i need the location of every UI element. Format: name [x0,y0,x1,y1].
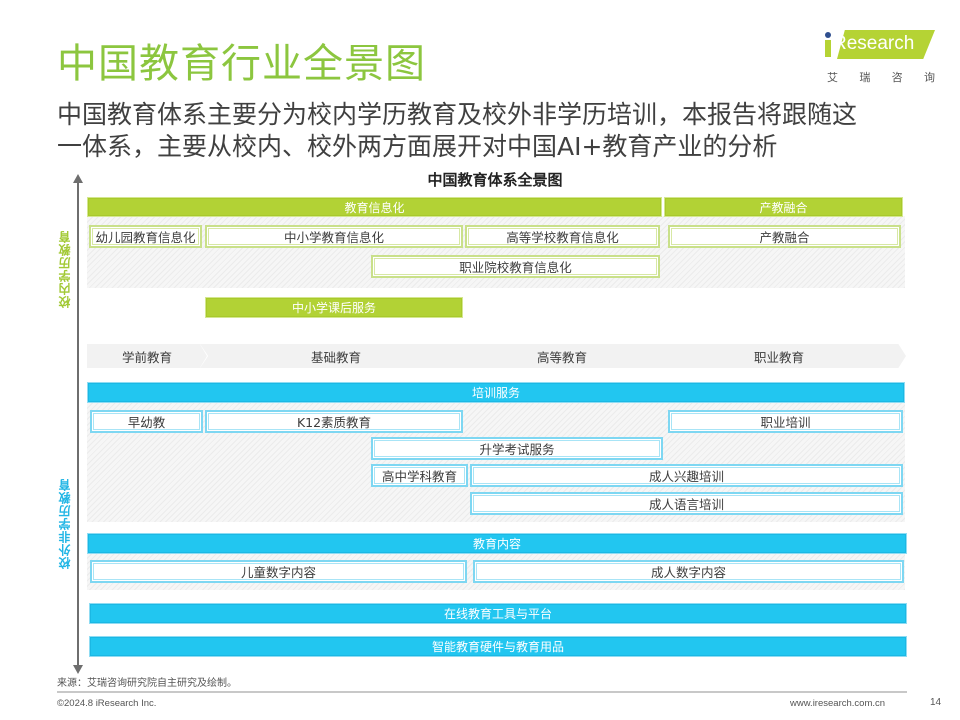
footer-divider [57,691,907,693]
subtitle-line-2: 一体系，主要从校内、校外两方面展开对中国AI+教育产业的分析 [57,132,778,161]
logo-char: 咨 [891,71,903,84]
stage-higher: 高等教育 [462,344,662,368]
training-services-header: 培训服务 [87,382,905,403]
adult-interest-box: 成人兴趣培训 [470,464,903,487]
k12-info-box: 中小学教育信息化 [205,225,463,248]
logo-i-bar [825,40,831,57]
education-informatization-header: 教育信息化 [87,197,662,217]
arrow-up-icon [73,174,83,183]
industry-integration-box: 产教融合 [668,225,901,248]
arrow-down-icon [73,665,83,674]
education-content-header: 教育内容 [87,533,907,554]
online-tools-platform-bar: 在线教育工具与平台 [89,603,907,624]
copyright: ©2024.8 iResearch Inc. [57,698,157,709]
adult-digital-content-box: 成人数字内容 [473,560,904,583]
after-school-service-bar: 中小学课后服务 [205,297,463,318]
vocational-info-box: 职业院校教育信息化 [371,255,660,278]
diagram-title: 中国教育体系全景图 [427,171,563,189]
stage-basic: 基础教育 [200,344,472,368]
logo-wordmark: Research [833,33,915,54]
vocational-training-box: 职业培训 [668,410,903,433]
high-school-subject-box: 高中学科教育 [371,464,468,487]
source-note: 来源：艾瑞咨询研究院自主研究及绘制。 [57,678,237,689]
page-title: 中国教育行业全景图 [57,41,426,87]
kindergarten-info-box: 幼儿园教育信息化 [89,225,202,248]
page-number: 14 [930,697,942,708]
k12-quality-box: K12素质教育 [205,410,463,433]
logo-i-dot [825,32,831,38]
axis-line [77,180,79,670]
website-link[interactable]: www.iresearch.com.cn [790,698,885,709]
logo-char: 艾 [827,71,838,84]
smart-hardware-bar: 智能教育硬件与教育用品 [89,636,907,657]
iresearch-logo: Research 艾 瑞 咨 询 [823,30,935,85]
adult-language-box: 成人语言培训 [470,492,903,515]
stage-preschool: 学前教育 [87,344,207,368]
logo-chinese: 艾 瑞 咨 询 [827,69,935,85]
children-digital-content-box: 儿童数字内容 [90,560,467,583]
stage-vocational: 职业教育 [652,344,906,368]
early-childhood-box: 早幼教 [90,410,203,433]
logo-char: 询 [923,71,935,84]
subtitle-line-1: 中国教育体系主要分为校内学历教育及校外非学历培训，本报告将跟随这 [57,100,858,129]
logo-char: 瑞 [859,71,871,84]
exam-services-box: 升学考试服务 [371,437,663,460]
industry-integration-header: 产教融合 [664,197,903,217]
higher-ed-info-box: 高等学校教育信息化 [465,225,660,248]
axis-label-out-school: 校外非学历教育 [58,478,72,569]
axis-label-in-school: 校内学历教育 [58,230,72,308]
